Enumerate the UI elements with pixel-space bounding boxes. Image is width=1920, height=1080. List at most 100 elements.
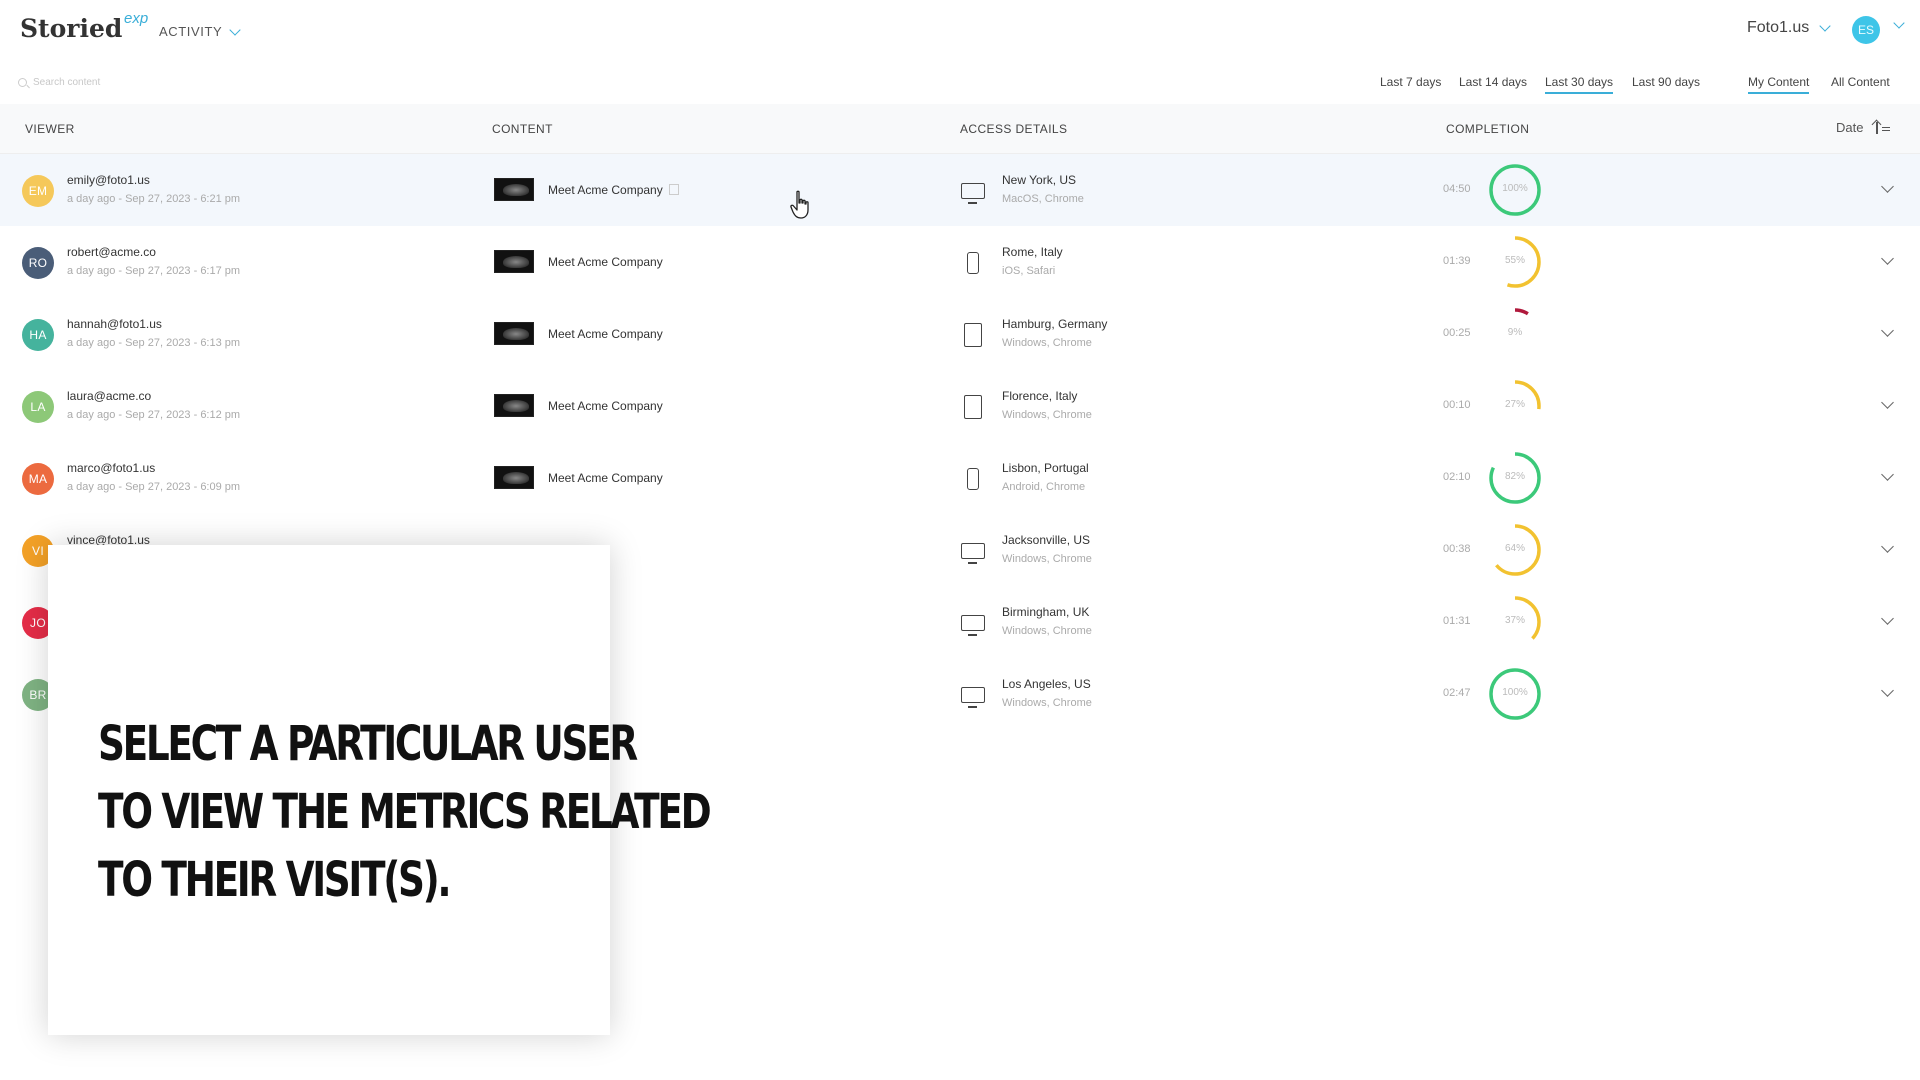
app-logo[interactable]: Storied [20,14,122,43]
column-content[interactable]: CONTENT [492,122,553,136]
expand-row-chevron-icon[interactable] [1881,396,1894,409]
content-title: Meet Acme Company [548,255,663,269]
tablet-icon [964,395,982,419]
phone-device-icon [960,250,986,276]
avatar: HA [22,319,54,351]
activity-menu[interactable]: ACTIVITY [159,23,241,39]
access-platform: Windows, Chrome [1002,409,1092,421]
access-platform: Windows, Chrome [1002,337,1092,349]
access-location: Rome, Italy [1002,245,1063,259]
chevron-down-icon [229,23,241,36]
view-duration: 00:38 [1443,543,1471,555]
viewed-time: a day ago - Sep 27, 2023 - 6:09 pm [67,481,241,493]
column-completion[interactable]: COMPLETION [1446,122,1529,136]
viewed-time: a day ago - Sep 27, 2023 - 6:21 pm [67,193,241,205]
phone-icon [967,468,979,490]
access-location: Florence, Italy [1002,389,1078,403]
access-platform: Windows, Chrome [1002,625,1092,637]
viewed-time: a day ago - Sep 27, 2023 - 6:13 pm [67,337,241,349]
search-icon [18,77,27,87]
completion-arc [1489,524,1541,576]
desktop-icon [961,183,985,204]
completion-ring [1489,380,1541,432]
completion-arc [1489,308,1541,360]
completion-arc [1489,236,1541,288]
column-viewer[interactable]: VIEWER [25,122,75,136]
completion-ring [1489,668,1541,720]
completion-ring [1489,236,1541,288]
instruction-overlay: SELECT A PARTICULAR USER TO VIEW THE MET… [48,545,712,1035]
content-title: Meet Acme Company [548,399,663,413]
instruction-line: TO VIEW THE METRICS RELATED [98,784,712,840]
table-row[interactable]: RO robert@acme.co a day ago - Sep 27, 2023… [0,226,1920,298]
completion-ring [1489,596,1541,648]
expand-row-chevron-icon[interactable] [1881,684,1894,697]
table-header: VIEWER CONTENT ACCESS DETAILS COMPLETION… [0,104,1920,154]
content-title: Meet Acme Company [548,327,663,341]
content-title-text: Meet Acme Company [548,399,663,413]
content-thumbnail [494,322,534,345]
filter-my-content[interactable]: My Content [1748,75,1810,94]
access-platform: iOS, Safari [1002,265,1056,277]
filter-last-14-days[interactable]: Last 14 days [1459,75,1527,92]
expand-row-chevron-icon[interactable] [1881,540,1894,553]
expand-row-chevron-icon[interactable] [1881,612,1894,625]
table-row[interactable]: MA marco@foto1.us a day ago - Sep 27, 2023… [0,442,1920,514]
sort-by-date[interactable]: Date [1836,120,1891,135]
filter-last-90-days[interactable]: Last 90 days [1632,75,1700,92]
view-duration: 02:10 [1443,471,1471,483]
viewer-email: marco@foto1.us [67,461,156,475]
instruction-line: SELECT A PARTICULAR USER [98,716,638,772]
viewed-time: a day ago - Sep 27, 2023 - 6:17 pm [67,265,241,277]
desktop-icon [961,543,985,564]
content-thumbnail [494,178,534,201]
user-avatar[interactable]: ES [1852,16,1880,44]
access-location: New York, US [1002,173,1077,187]
access-platform: Windows, Chrome [1002,697,1092,709]
view-duration: 00:25 [1443,327,1471,339]
content-title-text: Meet Acme Company [548,255,663,269]
activity-menu-label: ACTIVITY [159,24,223,39]
access-location: Lisbon, Portugal [1002,461,1089,475]
completion-ring [1489,524,1541,576]
sort-label: Date [1836,120,1864,135]
view-duration: 04:50 [1443,183,1471,195]
expand-row-chevron-icon[interactable] [1881,180,1894,193]
org-switcher[interactable]: Foto1.us [1747,19,1831,37]
logo-badge: exp [124,10,149,27]
view-duration: 01:39 [1443,255,1471,267]
desktop-device-icon [960,682,986,708]
access-platform: Android, Chrome [1002,481,1086,493]
content-title: Meet Acme Company [548,183,679,197]
table-row[interactable]: HA hannah@foto1.us a day ago - Sep 27, 202… [0,298,1920,370]
completion-arc [1489,452,1541,504]
completion-arc [1489,380,1541,432]
filter-last-7-days[interactable]: Last 7 days [1380,75,1441,92]
content-title-text: Meet Acme Company [548,327,663,341]
desktop-device-icon [960,538,986,564]
tablet-icon [964,323,982,347]
pointer-hand-cursor-icon [790,190,809,219]
table-row[interactable]: EM emily@foto1.us a day ago - Sep 27, 2023… [0,154,1920,226]
completion-arc [1489,668,1541,720]
desktop-device-icon [960,178,986,204]
search-input[interactable] [33,76,213,88]
expand-row-chevron-icon[interactable] [1881,324,1894,337]
content-thumbnail [494,250,534,273]
expand-row-chevron-icon[interactable] [1881,468,1894,481]
tablet-device-icon [960,322,986,348]
filter-last-30-days[interactable]: Last 30 days [1545,75,1614,94]
content-title-text: Meet Acme Company [548,471,663,485]
viewer-email: hannah@foto1.us [67,317,162,331]
expand-row-chevron-icon[interactable] [1881,252,1894,265]
desktop-icon [961,687,985,708]
avatar: EM [22,175,54,207]
avatar: LA [22,391,54,423]
avatar: RO [22,247,54,279]
table-row[interactable]: LA laura@acme.co a day ago - Sep 27, 2023 … [0,370,1920,442]
user-menu-chevron-icon[interactable] [1893,17,1905,29]
access-platform: MacOS, Chrome [1002,193,1084,205]
filter-all-content[interactable]: All Content [1831,75,1890,92]
avatar: MA [22,463,54,495]
column-access-details[interactable]: ACCESS DETAILS [960,122,1067,136]
